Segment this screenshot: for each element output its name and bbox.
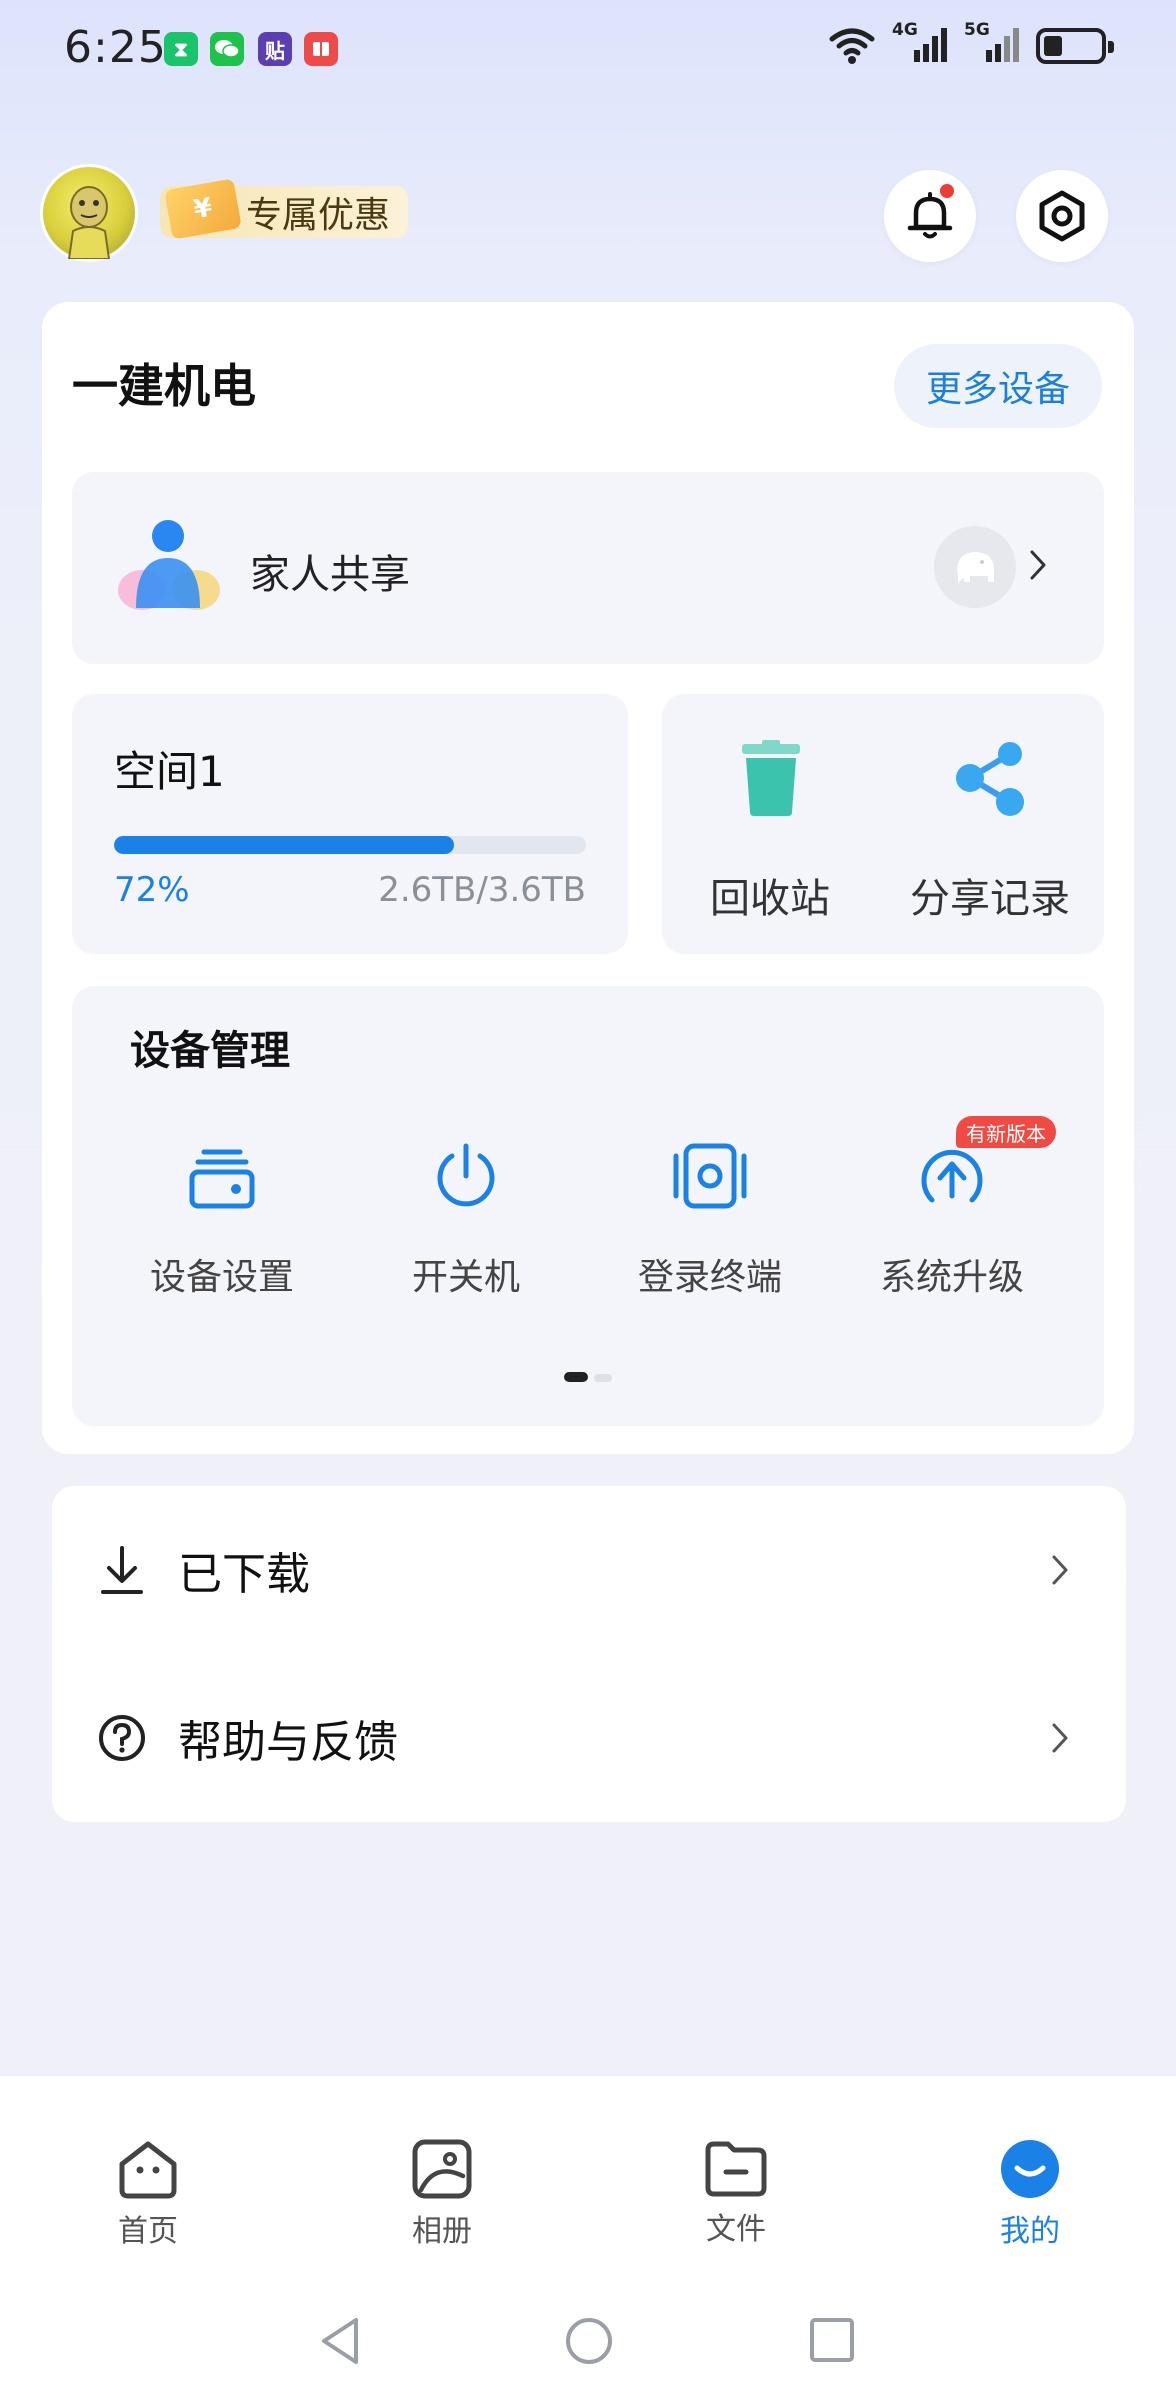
storage-progress-fill: [114, 836, 454, 854]
nav-home-label: 首页: [118, 2214, 178, 2249]
hourglass-app-icon: ⧗: [164, 32, 198, 66]
coupon-icon: ¥: [164, 178, 242, 240]
pager-dot[interactable]: [594, 1374, 612, 1382]
signal-5g-icon: 5G: [964, 20, 1020, 66]
recycle-bin-label: 回收站: [710, 876, 830, 922]
help-feedback-row[interactable]: 帮助与反馈: [52, 1654, 1126, 1822]
settings-button[interactable]: [1016, 170, 1108, 262]
family-share-label: 家人共享: [250, 552, 410, 598]
home-system-button[interactable]: [564, 2316, 614, 2370]
downloaded-row[interactable]: 已下载: [52, 1486, 1126, 1654]
download-icon: [94, 1542, 150, 1598]
storage-space-card[interactable]: [72, 694, 628, 954]
wechat-icon: [210, 32, 244, 66]
sticker-app-icon: 贴: [258, 32, 292, 66]
share-records-label: 分享记录: [910, 876, 1070, 922]
upgrade-icon: [921, 1149, 983, 1203]
nav-profile-label: 我的: [1000, 2214, 1060, 2249]
back-triangle-icon: [322, 2318, 358, 2364]
nav-files[interactable]: 文件: [666, 2138, 806, 2248]
exclusive-offer-button[interactable]: ¥ 专属优惠: [160, 178, 409, 240]
device-settings-button[interactable]: 设备设置: [122, 1140, 322, 1300]
battery-icon: [1036, 28, 1114, 64]
album-icon: [412, 2139, 472, 2199]
system-icons: 4G 5G: [828, 20, 1114, 66]
back-button[interactable]: [318, 2316, 364, 2370]
device-management-title: 设备管理: [130, 1028, 290, 1074]
nav-profile[interactable]: 我的: [960, 2138, 1100, 2250]
system-upgrade-button[interactable]: 系统升级: [852, 1140, 1052, 1300]
login-terminal-button[interactable]: 登录终端: [610, 1140, 810, 1300]
storage-size: 2.6TB/3.6TB: [378, 870, 586, 910]
chevron-right-icon: [1052, 1555, 1068, 1585]
help-icon: [94, 1710, 150, 1766]
status-time: 6:25: [64, 22, 167, 73]
device-settings-label: 设备设置: [149, 1257, 294, 1298]
power-icon: [437, 1143, 495, 1207]
terminal-icon: [673, 1143, 747, 1209]
device-name: 一建机电: [72, 359, 256, 413]
more-devices-button[interactable]: 更多设备: [894, 344, 1102, 428]
status-bar: 6:25 ⧗ 贴 4G 5G: [0, 0, 1176, 100]
power-button[interactable]: 开关机: [366, 1140, 566, 1300]
space-title: 空间1: [114, 747, 225, 796]
elephant-icon: [934, 526, 1016, 608]
avatar[interactable]: [40, 164, 138, 262]
login-terminal-label: 登录终端: [637, 1257, 782, 1298]
bell-icon: [907, 192, 953, 239]
home-icon: [119, 2141, 177, 2199]
downloaded-label: 已下载: [178, 1549, 310, 1600]
storage-progress-bar: [114, 836, 586, 854]
nav-album[interactable]: 相册: [372, 2138, 512, 2250]
help-feedback-label: 帮助与反馈: [178, 1717, 398, 1768]
device-settings-icon: [189, 1149, 255, 1209]
new-version-badge: 有新版本: [956, 1116, 1056, 1148]
storage-percent: 72%: [114, 870, 190, 910]
folder-icon: [705, 2141, 767, 2197]
promo-label: 专属优惠: [246, 195, 391, 236]
family-share-icon: [110, 516, 226, 620]
profile-icon: [1001, 2140, 1059, 2198]
book-app-icon: [304, 32, 338, 66]
nav-home[interactable]: 首页: [78, 2138, 218, 2250]
chevron-right-icon: [1028, 548, 1048, 586]
system-upgrade-label: 系统升级: [879, 1257, 1024, 1298]
wifi-icon: [829, 28, 875, 64]
trash-icon: [738, 740, 804, 820]
notification-button[interactable]: [884, 170, 976, 262]
home-circle-icon: [566, 2318, 612, 2364]
chevron-right-icon: [1052, 1723, 1068, 1753]
power-label: 开关机: [411, 1257, 520, 1298]
nav-album-label: 相册: [412, 2214, 472, 2249]
share-icon: [950, 738, 1030, 822]
recents-button[interactable]: [808, 2316, 856, 2368]
pager-dot-active[interactable]: [564, 1372, 588, 1382]
recents-square-icon: [810, 2318, 854, 2362]
notification-dot: [940, 184, 954, 198]
signal-4g-icon: 4G: [892, 20, 948, 66]
settings-icon: [1039, 190, 1085, 242]
nav-files-label: 文件: [706, 2212, 766, 2247]
